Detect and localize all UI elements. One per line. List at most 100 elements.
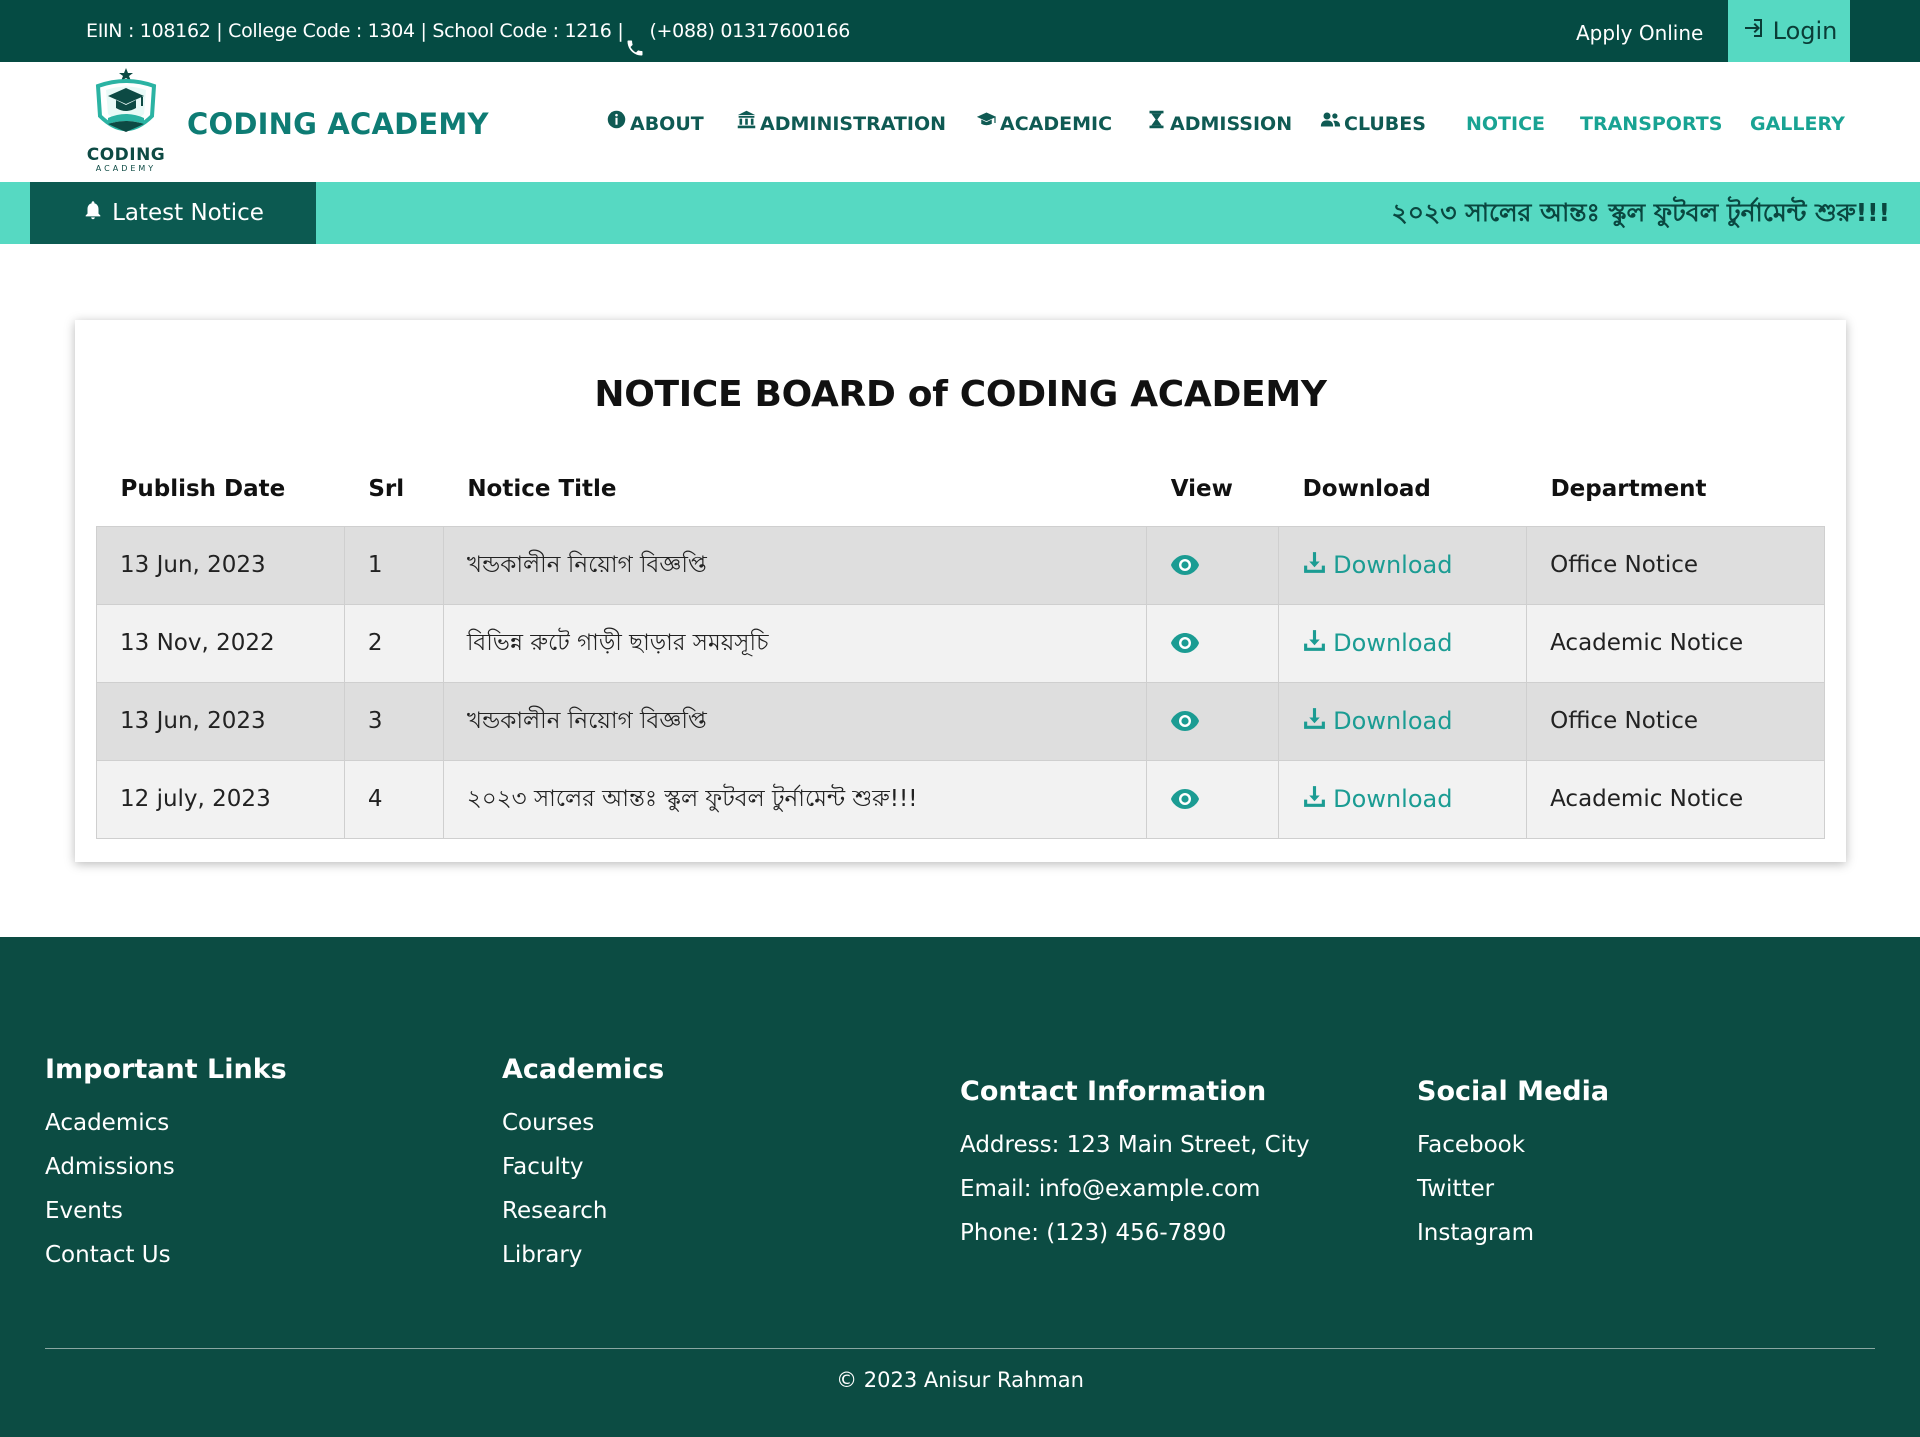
download-icon — [1302, 550, 1327, 581]
view-cell — [1146, 681, 1280, 761]
eye-icon[interactable] — [1170, 554, 1278, 576]
institution-codes: EIIN : 108162 | College Code : 1304 | Sc… — [86, 20, 624, 42]
footer-link-courses[interactable]: Courses — [502, 1101, 664, 1145]
download-cell: Download — [1278, 525, 1528, 605]
nav-academic-label: ACADEMIC — [1000, 113, 1113, 135]
login-button[interactable]: Login — [1728, 0, 1850, 62]
eye-icon[interactable] — [1170, 632, 1278, 654]
eye-icon[interactable] — [1170, 788, 1278, 810]
top-bar: EIIN : 108162 | College Code : 1304 | Sc… — [0, 0, 1920, 62]
footer-link-facebook[interactable]: Facebook — [1417, 1123, 1609, 1167]
notice-title: বিভিন্ন রুটে গাড়ী ছাড়ার সময়সূচি — [442, 603, 1148, 683]
footer-link-events[interactable]: Events — [45, 1189, 287, 1233]
site-header: CODING ACADEMY CODING ACADEMY ABOUT ADMI… — [0, 62, 1920, 182]
download-label: Download — [1333, 785, 1453, 813]
footer-heading-contact: Contact Information — [960, 1076, 1267, 1107]
footer-link-contact-us[interactable]: Contact Us — [45, 1233, 287, 1277]
table-row: 13 Nov, 2022 2 বিভিন্ন রুটে গাড়ী ছাড়ার… — [96, 603, 1825, 683]
apply-online-link[interactable]: Apply Online — [1576, 0, 1703, 62]
table-row: 13 Jun, 2023 3 খন্ডকালীন নিয়োগ বিজ্ঞপ্ত… — [96, 681, 1825, 761]
download-cell: Download — [1278, 603, 1528, 683]
download-icon — [1302, 784, 1327, 815]
footer-link-twitter[interactable]: Twitter — [1417, 1167, 1609, 1211]
publish-date: 13 Jun, 2023 — [96, 525, 345, 605]
contact-email: Email: info@example.com — [960, 1176, 1261, 1202]
nav-gallery[interactable]: GALLERY — [1750, 62, 1845, 186]
notice-title: খন্ডকালীন নিয়োগ বিজ্ঞপ্তি — [442, 681, 1148, 761]
footer-divider — [45, 1348, 1875, 1349]
nav-academic[interactable]: ACADEMIC — [976, 62, 1112, 186]
department: Office Notice — [1526, 525, 1825, 605]
download-label: Download — [1333, 551, 1453, 579]
download-link[interactable]: Download — [1302, 550, 1526, 581]
footer-link-academics[interactable]: Academics — [45, 1101, 287, 1145]
nav-notice[interactable]: NOTICE — [1466, 62, 1545, 186]
footer-link-library[interactable]: Library — [502, 1233, 664, 1277]
view-cell — [1146, 759, 1280, 839]
notice-board-card: NOTICE BOARD of CODING ACADEMY Publish D… — [75, 320, 1846, 862]
main-nav: ABOUT ADMINISTRATION ACADEMIC ADMISSION … — [0, 62, 1920, 186]
bell-icon — [82, 199, 104, 227]
nav-administration[interactable]: ADMINISTRATION — [736, 62, 946, 186]
table-header-row: Publish Date Srl Notice Title View Downl… — [97, 452, 1825, 526]
phone-icon — [625, 21, 645, 56]
footer-heading-important-links: Important Links — [45, 1054, 287, 1085]
table-row: 12 july, 2023 4 ২০২৩ সালের আন্তঃ স্কুল ফ… — [96, 759, 1825, 839]
column-header-publish-date: Publish Date — [120, 475, 286, 502]
column-header-download: Download — [1302, 475, 1431, 502]
serial-number: 2 — [343, 603, 444, 683]
notice-board-title: NOTICE BOARD of CODING ACADEMY — [594, 374, 1327, 415]
footer-link-admissions[interactable]: Admissions — [45, 1145, 287, 1189]
institution-info: EIIN : 108162 | College Code : 1304 | Sc… — [86, 0, 850, 62]
contact-address: Address: 123 Main Street, City — [960, 1132, 1310, 1158]
footer-important-links: Important Links Academics Admissions Eve… — [45, 1054, 287, 1277]
contact-phone: Phone: (123) 456-7890 — [960, 1220, 1227, 1246]
footer-heading-social: Social Media — [1417, 1076, 1610, 1107]
footer-social-media: Social Media Facebook Twitter Instagram — [1417, 1076, 1609, 1255]
phone-number: (+088) 01317600166 — [649, 20, 851, 42]
download-label: Download — [1333, 707, 1453, 735]
footer-link-research[interactable]: Research — [502, 1189, 664, 1233]
serial-number: 3 — [343, 681, 444, 761]
column-header-department: Department — [1550, 475, 1707, 502]
latest-notice-badge: Latest Notice — [30, 182, 316, 244]
department: Office Notice — [1526, 681, 1825, 761]
nav-admission-label: ADMISSION — [1170, 113, 1293, 135]
download-cell: Download — [1278, 681, 1528, 761]
column-header-srl: Srl — [368, 475, 405, 502]
nav-clubes[interactable]: CLUBES — [1320, 62, 1426, 186]
latest-notice-bar: Latest Notice ২০২৩ সালের আন্তঃ স্কুল ফুট… — [0, 182, 1920, 244]
department: Academic Notice — [1526, 759, 1825, 839]
latest-notice-label: Latest Notice — [112, 200, 264, 226]
download-link[interactable]: Download — [1302, 784, 1526, 815]
serial-number: 1 — [343, 525, 444, 605]
serial-number: 4 — [343, 759, 444, 839]
nav-transports[interactable]: TRANSPORTS — [1580, 62, 1722, 186]
building-icon — [736, 62, 757, 186]
notice-ticker-text[interactable]: ২০২৩ সালের আন্তঃ স্কুল ফুটবল টুর্নামেন্ট… — [1391, 182, 1890, 244]
download-link[interactable]: Download — [1302, 628, 1526, 659]
eye-icon[interactable] — [1170, 710, 1278, 732]
footer-heading-academics: Academics — [502, 1054, 665, 1085]
publish-date: 13 Nov, 2022 — [96, 603, 345, 683]
publish-date: 12 july, 2023 — [96, 759, 345, 839]
copyright-text: © 2023 Anisur Rahman — [836, 1368, 1084, 1392]
nav-administration-label: ADMINISTRATION — [760, 113, 947, 135]
download-cell: Download — [1278, 759, 1528, 839]
nav-admission[interactable]: ADMISSION — [1146, 62, 1292, 186]
column-header-notice-title: Notice Title — [467, 475, 617, 502]
download-icon — [1302, 628, 1327, 659]
hourglass-icon — [1146, 62, 1167, 186]
nav-clubes-label: CLUBES — [1344, 113, 1426, 135]
notice-title: ২০২৩ সালের আন্তঃ স্কুল ফুটবল টুর্নামেন্ট… — [442, 759, 1148, 839]
nav-about[interactable]: ABOUT — [606, 62, 704, 186]
footer-contact-information: Contact Information Address: 123 Main St… — [960, 1076, 1310, 1255]
publish-date: 13 Jun, 2023 — [96, 681, 345, 761]
view-cell — [1146, 525, 1280, 605]
department: Academic Notice — [1526, 603, 1825, 683]
nav-gallery-label: GALLERY — [1750, 113, 1845, 135]
graduation-cap-icon — [976, 62, 997, 186]
footer-link-faculty[interactable]: Faculty — [502, 1145, 664, 1189]
footer-link-instagram[interactable]: Instagram — [1417, 1211, 1609, 1255]
download-link[interactable]: Download — [1302, 706, 1526, 737]
